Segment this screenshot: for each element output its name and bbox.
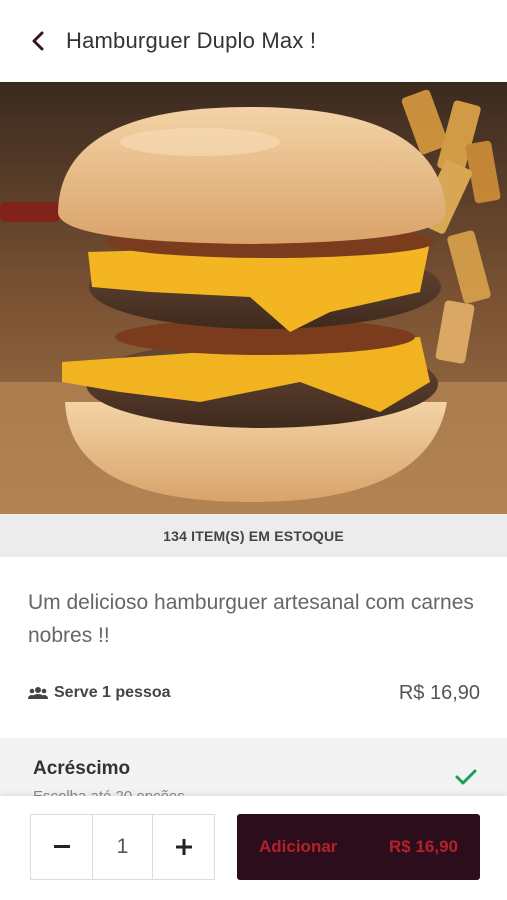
decrement-button[interactable] — [31, 815, 92, 879]
extras-title: Acréscimo — [33, 758, 131, 779]
check-icon — [455, 769, 477, 785]
quantity-stepper: 1 — [30, 814, 215, 880]
users-icon — [28, 687, 48, 699]
app-header: Hamburguer Duplo Max ! — [0, 0, 507, 82]
quantity-value: 1 — [92, 815, 153, 879]
product-description: Um delicioso hamburguer artesanal com ca… — [28, 591, 474, 647]
extras-section[interactable]: Acréscimo Escolha até 20 opções — [0, 738, 507, 798]
minus-icon — [53, 845, 70, 848]
add-price: R$ 16,90 — [389, 837, 458, 856]
stock-banner: 134 ITEM(S) EM ESTOQUE — [0, 514, 507, 557]
product-price: R$ 16,90 — [398, 681, 480, 704]
increment-button[interactable] — [153, 815, 214, 879]
plus-icon — [175, 839, 192, 855]
product-image — [0, 82, 507, 514]
serves-label: Serve 1 pessoa — [54, 684, 171, 701]
serves-info: Serve 1 pessoa — [28, 684, 171, 702]
chevron-left-icon — [32, 31, 44, 51]
page-title: Hamburguer Duplo Max ! — [66, 28, 317, 53]
add-to-cart-button[interactable]: Adicionar R$ 16,90 — [237, 814, 480, 880]
back-button[interactable] — [18, 21, 58, 61]
serve-price-row: Serve 1 pessoa R$ 16,90 — [28, 678, 480, 708]
footer-bar: 1 Adicionar R$ 16,90 — [0, 796, 507, 900]
add-label: Adicionar — [259, 837, 338, 856]
